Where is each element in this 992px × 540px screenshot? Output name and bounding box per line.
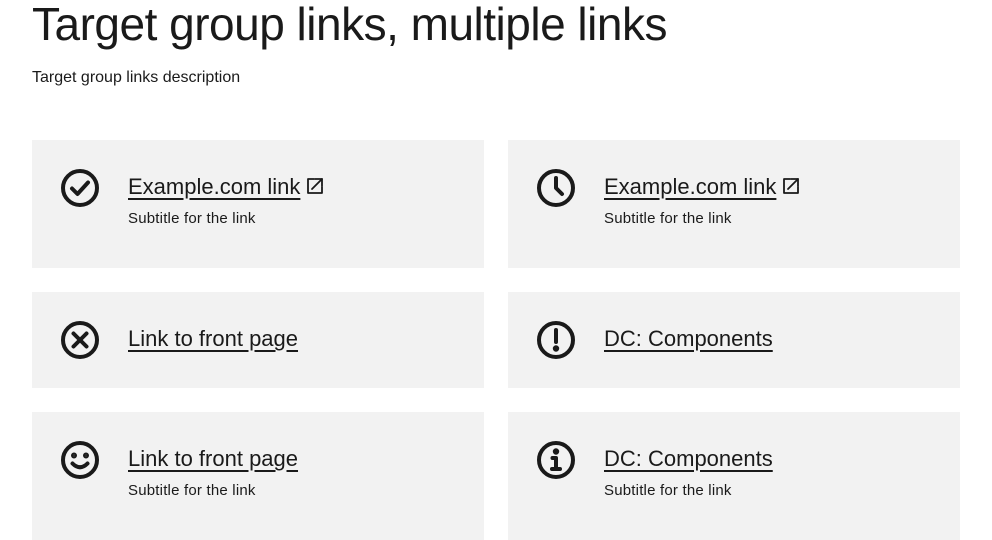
page: Target group links, multiple links Targe… [0,0,992,540]
page-description: Target group links description [32,69,241,86]
x-circle-icon [60,320,100,360]
card-link[interactable]: Example.com link [604,171,776,203]
card-subtitle: Subtitle for the link [604,482,732,499]
clock-icon [536,168,576,208]
card-link[interactable]: Link to front page [128,323,298,355]
link-grid: Example.com link Subtitle for the link E… [32,140,960,540]
link-card-example-com-1[interactable]: Example.com link Subtitle for the link [32,140,484,268]
card-subtitle: Subtitle for the link [128,482,256,499]
card-link[interactable]: Link to front page [128,443,298,475]
card-link[interactable]: Example.com link [128,171,300,203]
card-subtitle: Subtitle for the link [128,210,256,227]
link-card-dc-components-2[interactable]: DC: Components Subtitle for the link [508,412,960,540]
link-card-front-page-1[interactable]: Link to front page [32,292,484,388]
info-circle-icon [536,440,576,480]
card-link[interactable]: DC: Components [604,443,773,475]
link-card-front-page-2[interactable]: Link to front page Subtitle for the link [32,412,484,540]
card-link[interactable]: DC: Components [604,323,773,355]
exclamation-circle-icon [536,320,576,360]
smiley-icon [60,440,100,480]
external-link-icon [782,177,800,195]
link-card-example-com-2[interactable]: Example.com link Subtitle for the link [508,140,960,268]
card-subtitle: Subtitle for the link [604,210,732,227]
external-link-icon [306,177,324,195]
link-card-dc-components-1[interactable]: DC: Components [508,292,960,388]
check-circle-icon [60,168,100,208]
page-title: Target group links, multiple links [32,0,667,50]
